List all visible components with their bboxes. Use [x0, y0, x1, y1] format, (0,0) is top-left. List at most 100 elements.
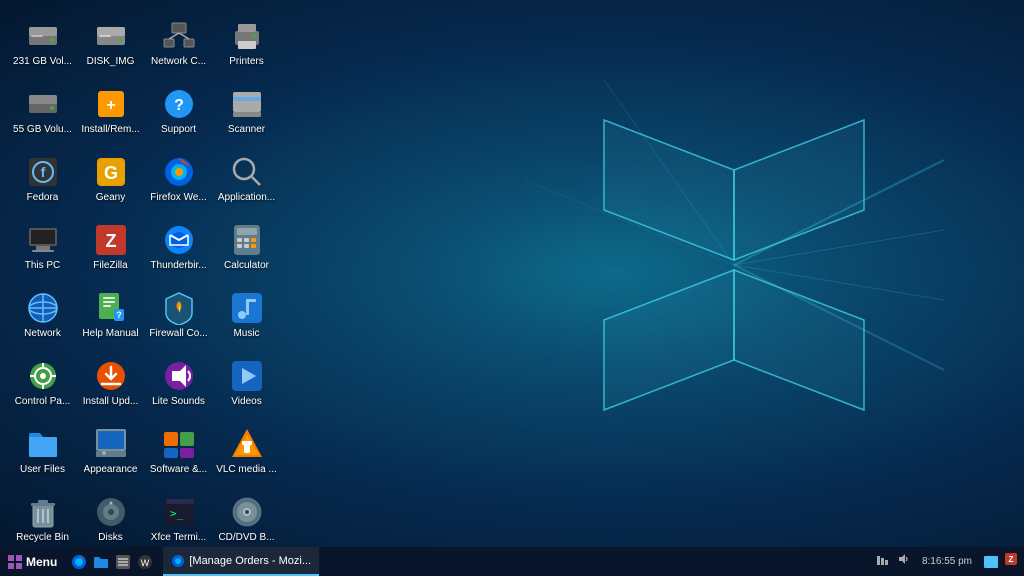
icon-help-manual[interactable]: ? Help Manual: [78, 282, 143, 347]
tray-filezilla-icon[interactable]: Z: [1004, 552, 1018, 571]
icon-geany[interactable]: G Geany: [78, 146, 143, 211]
icon-disk-img[interactable]: DISK_IMG: [78, 10, 143, 75]
svg-text:>_: >_: [170, 507, 184, 520]
printer-icon: [229, 18, 265, 54]
icon-231gb-volume[interactable]: 231 GB Vol...: [10, 10, 75, 75]
appearance-icon: [93, 426, 129, 462]
hdd2-icon: [25, 86, 61, 122]
icon-label: Geany: [96, 192, 125, 204]
icon-network-config[interactable]: Network C...: [146, 10, 211, 75]
icon-55gb-volume[interactable]: 55 GB Volu...: [10, 78, 75, 143]
icon-label: Firefox We...: [150, 192, 207, 204]
taskbar-window-firefox[interactable]: [Manage Orders - Mozi...: [163, 547, 319, 576]
appsearch-icon: [229, 154, 265, 190]
recyclebin-icon: [25, 494, 61, 530]
icon-firefox[interactable]: Firefox We...: [146, 146, 211, 211]
tray-volume-icon[interactable]: [896, 552, 910, 571]
quicklaunch-firefox[interactable]: [69, 552, 89, 572]
icon-this-pc[interactable]: This PC: [10, 214, 75, 279]
icon-firewall[interactable]: Firewall Co...: [146, 282, 211, 347]
svg-text:?: ?: [116, 310, 122, 320]
controlpanel-icon: [25, 358, 61, 394]
svg-text:+: +: [106, 97, 115, 114]
disks-icon: [93, 494, 129, 530]
windows-logo-background: [524, 80, 944, 460]
icon-recycle-bin[interactable]: Recycle Bin: [10, 486, 75, 547]
xfceterm-icon: >_: [161, 494, 197, 530]
icon-label: Calculator: [224, 260, 269, 272]
install-icon: +: [93, 86, 129, 122]
taskbar: Menu: [0, 547, 1024, 576]
system-clock[interactable]: 8:16:55 pm: [916, 556, 978, 567]
tray-network-icon[interactable]: [876, 552, 890, 571]
quicklaunch-settings[interactable]: [113, 552, 133, 572]
icon-thunderbird[interactable]: Thunderbir...: [146, 214, 211, 279]
firewall-icon: [161, 290, 197, 326]
icon-label: Fedora: [27, 192, 59, 204]
icon-label: Firewall Co...: [149, 328, 207, 340]
icon-xfce-terminal[interactable]: >_ Xfce Termi...: [146, 486, 211, 547]
tray-indicator[interactable]: [984, 556, 998, 568]
icon-fedora[interactable]: f Fedora: [10, 146, 75, 211]
quicklaunch-extra[interactable]: W: [135, 552, 155, 572]
icon-network[interactable]: Network: [10, 282, 75, 347]
icon-label: Music: [233, 328, 259, 340]
icon-label: 231 GB Vol...: [13, 56, 72, 68]
icon-software[interactable]: Software &...: [146, 418, 211, 483]
icon-label: Videos: [231, 396, 261, 408]
firefox-icon: [161, 154, 197, 190]
geany-icon: G: [93, 154, 129, 190]
vlc-icon: [229, 426, 265, 462]
icon-label: Help Manual: [82, 328, 138, 340]
disk-icon: [93, 18, 129, 54]
icon-filezilla[interactable]: Z FileZilla: [78, 214, 143, 279]
network-config-icon: [161, 18, 197, 54]
window-title: [Manage Orders - Mozi...: [189, 555, 311, 567]
icon-printers[interactable]: Printers: [214, 10, 279, 75]
icon-label: User Files: [20, 464, 65, 476]
icon-label: Recycle Bin: [16, 532, 69, 544]
icon-label: Software &...: [150, 464, 207, 476]
svg-text:?: ?: [174, 97, 184, 114]
icon-label: Install Upd...: [83, 396, 139, 408]
icon-label: VLC media ...: [216, 464, 277, 476]
fedora-icon: f: [25, 154, 61, 190]
icon-vlc[interactable]: VLC media ...: [214, 418, 279, 483]
icon-videos[interactable]: Videos: [214, 350, 279, 415]
icon-install-remove[interactable]: + Install/Rem...: [78, 78, 143, 143]
icon-label: Network: [24, 328, 61, 340]
svg-text:W: W: [141, 558, 150, 568]
support-icon: ?: [161, 86, 197, 122]
icon-music[interactable]: Music: [214, 282, 279, 347]
icon-label: Control Pa...: [15, 396, 71, 408]
desktop: 231 GB Vol... DISK_IMG: [0, 0, 1024, 547]
icon-user-files[interactable]: User Files: [10, 418, 75, 483]
calculator-icon: [229, 222, 265, 258]
icon-install-update[interactable]: Install Upd...: [78, 350, 143, 415]
icon-label: Lite Sounds: [152, 396, 205, 408]
icon-appearance[interactable]: Appearance: [78, 418, 143, 483]
icon-control-panel[interactable]: Control Pa...: [10, 350, 75, 415]
start-button[interactable]: Menu: [0, 547, 65, 576]
icon-application-search[interactable]: Application...: [214, 146, 279, 211]
quicklaunch-folder[interactable]: [91, 552, 111, 572]
network-icon: [25, 290, 61, 326]
icon-label: Install/Rem...: [81, 124, 139, 136]
helpmanual-icon: ?: [93, 290, 129, 326]
icon-label: Printers: [229, 56, 263, 68]
icon-calculator[interactable]: Calculator: [214, 214, 279, 279]
icon-cddvd[interactable]: CD/DVD B...: [214, 486, 279, 547]
icon-support[interactable]: ? Support: [146, 78, 211, 143]
icon-lite-sounds[interactable]: Lite Sounds: [146, 350, 211, 415]
icon-label: Scanner: [228, 124, 265, 136]
icon-scanner[interactable]: Scanner: [214, 78, 279, 143]
thispc-icon: [25, 222, 61, 258]
hdd-icon: [25, 18, 61, 54]
icon-disks[interactable]: Disks: [78, 486, 143, 547]
installupd-icon: [93, 358, 129, 394]
scanner-icon: [229, 86, 265, 122]
svg-text:Z: Z: [105, 231, 116, 251]
icon-label: Appearance: [84, 464, 138, 476]
cddvd-icon: [229, 494, 265, 530]
icon-label: Thunderbir...: [150, 260, 206, 272]
